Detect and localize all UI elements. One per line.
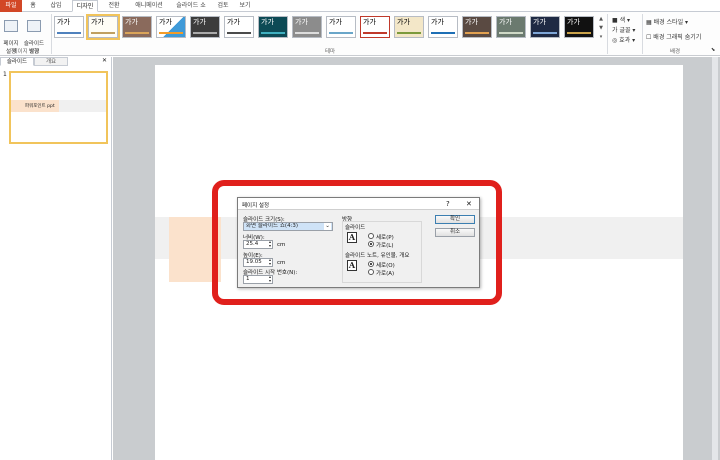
tab-home[interactable]: 홈 — [26, 0, 40, 12]
theme-thumb-7[interactable]: 가가 — [258, 16, 288, 38]
slide-pane: 슬라이드 개요 ✕ 1 파워포인트 ppt — [0, 57, 112, 460]
theme-thumb-6[interactable]: 가가 — [224, 16, 254, 38]
hide-background-checkbox[interactable]: ☐ 배경 그래픽 숨기기 — [646, 32, 701, 41]
background-dialog-launcher-icon[interactable]: ⬊ — [711, 47, 715, 53]
ribbon-separator — [607, 14, 608, 54]
red-highlight-annotation — [212, 180, 502, 305]
theme-thumb-5[interactable]: 가가 — [190, 16, 220, 38]
theme-thumb-10[interactable]: 가가 — [360, 16, 390, 38]
thumbnail-title: 파워포인트 ppt — [25, 104, 55, 109]
tab-insert[interactable]: 삽입 — [46, 0, 66, 12]
theme-thumb-16[interactable]: 가가 — [564, 16, 594, 38]
group-label-page-setup: 페이지 설정 — [12, 49, 40, 55]
tab-file[interactable]: 파일 — [0, 0, 22, 12]
tab-transitions[interactable]: 전환 — [104, 0, 124, 12]
tab-design[interactable]: 디자인 — [72, 0, 98, 12]
theme-thumb-1[interactable]: 가가 — [54, 16, 84, 38]
group-label-background: 배경 — [669, 49, 681, 55]
slide-thumbnail[interactable]: 파워포인트 ppt — [9, 71, 108, 144]
theme-thumb-11[interactable]: 가가 — [394, 16, 424, 38]
theme-scroll-up-icon[interactable]: ▲ — [598, 16, 604, 24]
background-styles-button[interactable]: ▦ 배경 스타일 ▾ — [646, 17, 688, 26]
theme-effects-button[interactable]: ◎ 효과 ▾ — [612, 35, 635, 44]
theme-thumb-2[interactable]: 가가 — [86, 14, 120, 40]
theme-thumb-14[interactable]: 가가 — [496, 16, 526, 38]
ribbon: 페이지 설정 슬라이드 방향 페이지 설정 가가 가가 가가 가가 가가 가가 … — [0, 12, 720, 56]
theme-thumb-8[interactable]: 가가 — [292, 16, 322, 38]
tab-animations[interactable]: 애니메이션 — [130, 0, 168, 12]
ribbon-separator — [642, 14, 643, 54]
theme-thumb-9[interactable]: 가가 — [326, 16, 356, 38]
tab-view[interactable]: 보기 — [236, 0, 254, 12]
theme-colors-button[interactable]: ■ 색 ▾ — [612, 15, 630, 24]
theme-thumb-12[interactable]: 가가 — [428, 16, 458, 38]
page-setup-icon — [4, 20, 18, 32]
slide-number: 1 — [3, 71, 7, 78]
theme-fonts-button[interactable]: 가 글꼴 ▾ — [612, 25, 635, 34]
ribbon-separator — [51, 14, 52, 54]
theme-thumb-15[interactable]: 가가 — [530, 16, 560, 38]
vertical-scrollbar[interactable] — [712, 57, 718, 460]
tab-slides[interactable]: 슬라이드 — [0, 57, 34, 66]
ribbon-tab-bar: 파일 홈 삽입 디자인 전환 애니메이션 슬라이드 쇼 검토 보기 — [0, 0, 720, 12]
tab-review[interactable]: 검토 — [214, 0, 232, 12]
theme-scroll-down-icon[interactable]: ▼ — [598, 25, 604, 33]
theme-thumb-13[interactable]: 가가 — [462, 16, 492, 38]
theme-thumb-3[interactable]: 가가 — [122, 16, 152, 38]
close-pane-icon[interactable]: ✕ — [102, 57, 107, 64]
group-label-theme: 테마 — [324, 49, 336, 55]
tab-slideshow[interactable]: 슬라이드 쇼 — [172, 0, 210, 12]
tab-outline[interactable]: 개요 — [34, 57, 68, 66]
theme-thumb-4[interactable]: 가가 — [156, 16, 186, 38]
theme-more-icon[interactable]: ▾ — [598, 34, 604, 42]
slide-orientation-icon — [27, 20, 41, 32]
